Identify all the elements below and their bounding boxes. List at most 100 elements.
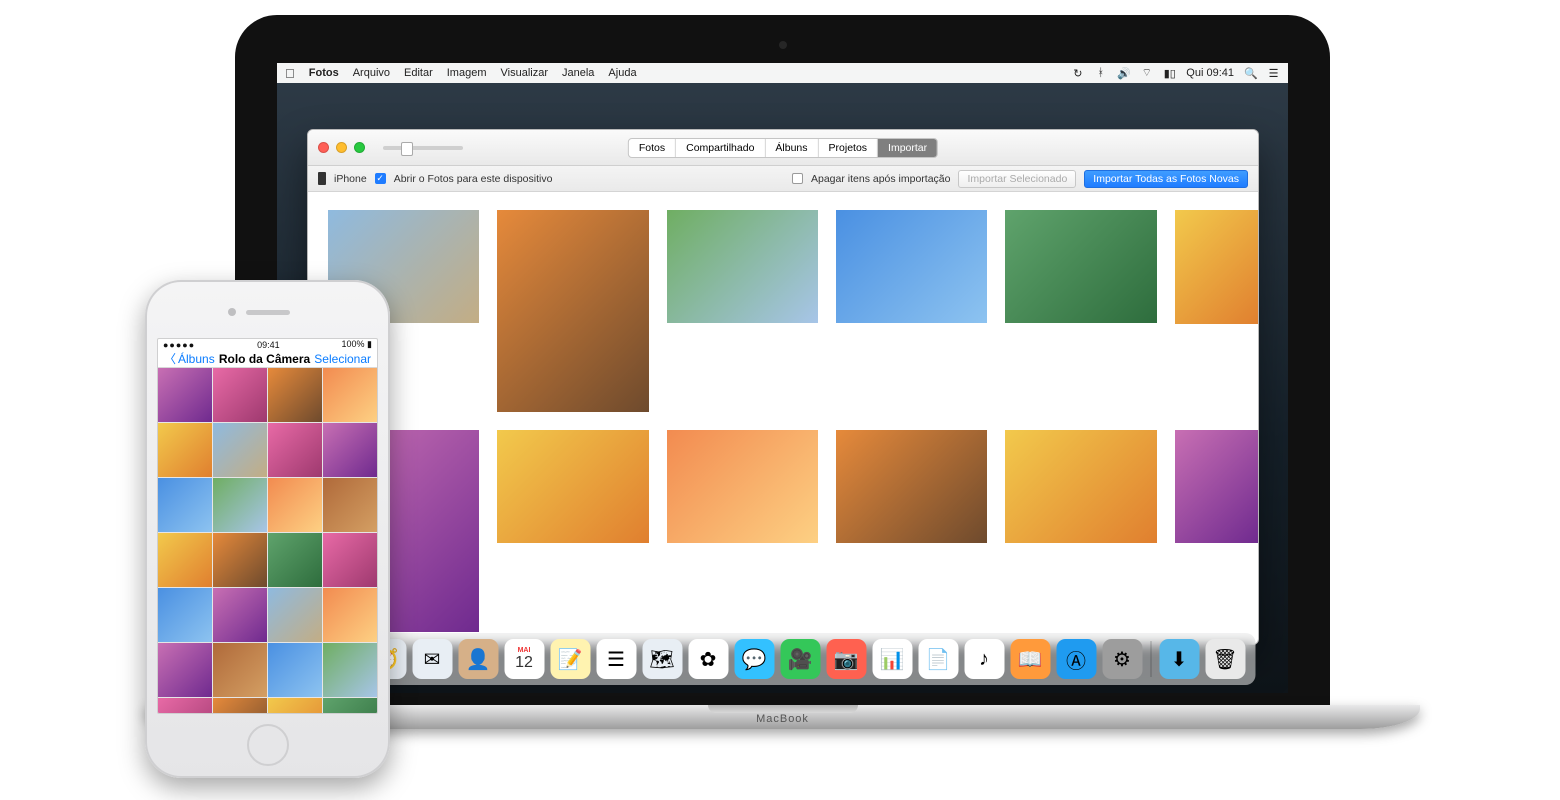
dock-itunes-icon[interactable]: ♪ bbox=[964, 639, 1004, 679]
menubar-item[interactable]: Arquivo bbox=[353, 67, 390, 79]
photo-thumbnail[interactable] bbox=[667, 430, 818, 543]
photo-thumbnail[interactable] bbox=[158, 588, 212, 642]
photo-thumbnail[interactable] bbox=[497, 430, 648, 543]
tab-albuns[interactable]: Álbuns bbox=[765, 139, 818, 157]
notification-center-icon[interactable]: ☰ bbox=[1267, 67, 1280, 80]
dock-pages-icon[interactable]: 📄 bbox=[918, 639, 958, 679]
open-for-device-checkbox[interactable]: ✓ bbox=[375, 173, 386, 184]
close-button[interactable] bbox=[318, 142, 329, 153]
tab-importar[interactable]: Importar bbox=[878, 139, 937, 157]
nav-title: Rolo da Câmera bbox=[219, 352, 310, 366]
dock-downloads-icon[interactable]: ⬇ bbox=[1159, 639, 1199, 679]
macbook-hinge-notch bbox=[708, 705, 858, 713]
thumbnail-zoom-slider[interactable] bbox=[383, 146, 463, 150]
photo-thumbnail[interactable] bbox=[323, 533, 377, 587]
dock-mail-icon[interactable]: ✉ bbox=[412, 639, 452, 679]
dock-separator bbox=[1150, 641, 1151, 677]
dock-reminders-icon[interactable]: ☰ bbox=[596, 639, 636, 679]
tab-projetos[interactable]: Projetos bbox=[819, 139, 879, 157]
select-button[interactable]: Selecionar bbox=[314, 352, 371, 366]
minimize-button[interactable] bbox=[336, 142, 347, 153]
photos-app-window: Fotos Compartilhado Álbuns Projetos Impo… bbox=[307, 129, 1259, 645]
photo-thumbnail[interactable] bbox=[323, 588, 377, 642]
dock-contacts-icon[interactable]: 👤 bbox=[458, 639, 498, 679]
photo-thumbnail[interactable] bbox=[268, 533, 322, 587]
back-button[interactable]: 〈 Álbuns bbox=[164, 350, 215, 367]
photo-thumbnail[interactable] bbox=[1175, 430, 1258, 544]
menubar-app-name[interactable]: Fotos bbox=[309, 67, 339, 79]
home-button[interactable] bbox=[247, 724, 289, 766]
volume-icon[interactable]: 🔊 bbox=[1117, 67, 1130, 80]
photo-thumbnail[interactable] bbox=[213, 698, 267, 714]
dock-preferences-icon[interactable]: ⚙ bbox=[1102, 639, 1142, 679]
ios-clock: 09:41 bbox=[257, 340, 280, 350]
iphone-speaker bbox=[246, 310, 290, 315]
photo-thumbnail[interactable] bbox=[213, 423, 267, 477]
dock-calendar-icon[interactable]: MAI12 bbox=[504, 639, 544, 679]
tab-fotos[interactable]: Fotos bbox=[629, 139, 676, 157]
dock-maps-icon[interactable]: 🗺 bbox=[642, 639, 682, 679]
photo-thumbnail[interactable] bbox=[158, 368, 212, 422]
photo-thumbnail[interactable] bbox=[323, 423, 377, 477]
fullscreen-button[interactable] bbox=[354, 142, 365, 153]
photo-thumbnail[interactable] bbox=[213, 368, 267, 422]
dock-photos-icon[interactable]: ✿ bbox=[688, 639, 728, 679]
photo-thumbnail[interactable] bbox=[213, 533, 267, 587]
photo-thumbnail[interactable] bbox=[268, 423, 322, 477]
menubar-item[interactable]: Visualizar bbox=[501, 67, 549, 79]
photo-thumbnail[interactable] bbox=[158, 533, 212, 587]
back-label: Álbuns bbox=[178, 352, 215, 366]
photo-thumbnail[interactable] bbox=[213, 643, 267, 697]
view-tabs: Fotos Compartilhado Álbuns Projetos Impo… bbox=[628, 138, 938, 158]
dock-numbers-icon[interactable]: 📊 bbox=[872, 639, 912, 679]
battery-icon[interactable]: ▮▯ bbox=[1163, 67, 1176, 80]
delete-after-import-checkbox[interactable] bbox=[792, 173, 803, 184]
dock-appstore-icon[interactable]: Ⓐ bbox=[1056, 639, 1096, 679]
dock-messages-icon[interactable]: 💬 bbox=[734, 639, 774, 679]
apple-menu-icon[interactable]:  bbox=[285, 67, 295, 80]
delete-after-import-label: Apagar itens após importação bbox=[811, 173, 951, 185]
photo-thumbnail[interactable] bbox=[323, 368, 377, 422]
import-all-button[interactable]: Importar Todas as Fotos Novas bbox=[1084, 170, 1248, 188]
photo-thumbnail[interactable] bbox=[836, 430, 987, 543]
photo-thumbnail[interactable] bbox=[323, 643, 377, 697]
photo-thumbnail[interactable] bbox=[268, 643, 322, 697]
timemachine-icon[interactable]: ↻ bbox=[1071, 67, 1084, 80]
dock-facetime-icon[interactable]: 🎥 bbox=[780, 639, 820, 679]
photo-thumbnail[interactable] bbox=[268, 478, 322, 532]
window-traffic-lights bbox=[318, 142, 365, 153]
photo-thumbnail[interactable] bbox=[158, 698, 212, 714]
menubar-item[interactable]: Janela bbox=[562, 67, 594, 79]
photo-thumbnail[interactable] bbox=[1175, 210, 1258, 324]
photo-thumbnail[interactable] bbox=[268, 698, 322, 714]
dock-photobooth-icon[interactable]: 📷 bbox=[826, 639, 866, 679]
photo-thumbnail[interactable] bbox=[323, 698, 377, 714]
photo-thumbnail[interactable] bbox=[268, 368, 322, 422]
dock-ibooks-icon[interactable]: 📖 bbox=[1010, 639, 1050, 679]
device-label: iPhone bbox=[334, 173, 367, 185]
photo-thumbnail[interactable] bbox=[158, 643, 212, 697]
dock-notes-icon[interactable]: 📝 bbox=[550, 639, 590, 679]
tab-compartilhado[interactable]: Compartilhado bbox=[676, 139, 765, 157]
menubar-item[interactable]: Ajuda bbox=[608, 67, 636, 79]
photo-thumbnail[interactable] bbox=[213, 478, 267, 532]
photo-thumbnail[interactable] bbox=[497, 210, 648, 412]
bluetooth-icon[interactable]: ᚼ bbox=[1094, 67, 1107, 79]
photo-thumbnail[interactable] bbox=[158, 478, 212, 532]
wifi-icon[interactable]: ⌔ bbox=[1140, 66, 1153, 80]
photo-thumbnail[interactable] bbox=[1005, 430, 1156, 543]
photo-thumbnail[interactable] bbox=[323, 478, 377, 532]
dock-trash-icon[interactable]: 🗑 bbox=[1205, 639, 1245, 679]
menubar-item[interactable]: Imagem bbox=[447, 67, 487, 79]
photo-thumbnail[interactable] bbox=[836, 210, 987, 323]
dock: ☻🧭✉👤MAI12📝☰🗺✿💬🎥📷📊📄♪📖Ⓐ⚙⬇🗑 bbox=[310, 633, 1255, 685]
photo-thumbnail[interactable] bbox=[1005, 210, 1156, 323]
menubar-item[interactable]: Editar bbox=[404, 67, 433, 79]
photo-thumbnail[interactable] bbox=[268, 588, 322, 642]
spotlight-icon[interactable]: 🔍 bbox=[1244, 67, 1257, 80]
photo-thumbnail[interactable] bbox=[213, 588, 267, 642]
photo-thumbnail[interactable] bbox=[158, 423, 212, 477]
photo-thumbnail[interactable] bbox=[667, 210, 818, 323]
menubar-clock[interactable]: Qui 09:41 bbox=[1186, 67, 1234, 79]
import-selected-button[interactable]: Importar Selecionado bbox=[958, 170, 1076, 188]
